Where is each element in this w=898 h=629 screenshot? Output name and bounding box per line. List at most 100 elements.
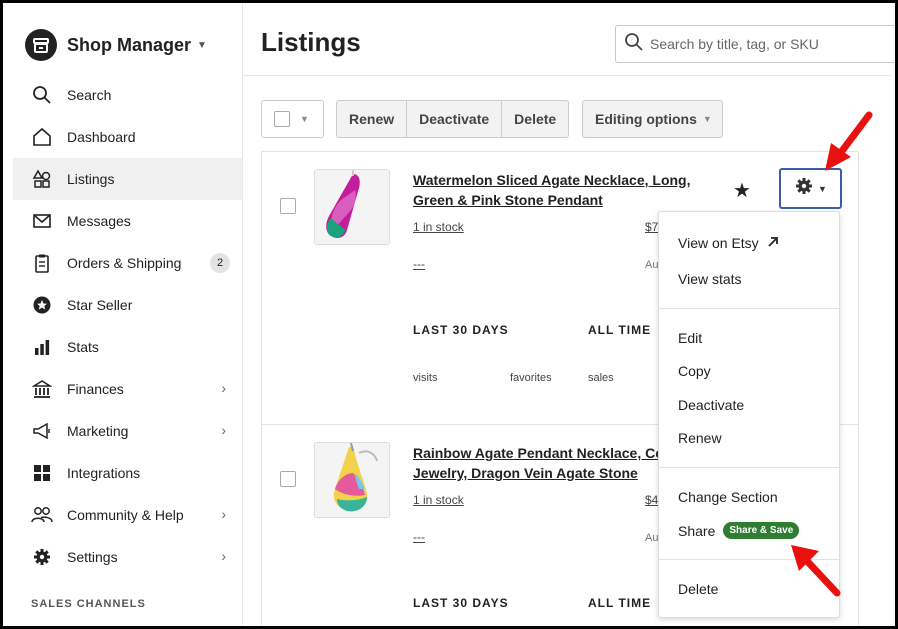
sales-label: sales [588, 372, 614, 384]
sidebar-item-label: Community & Help [67, 507, 184, 523]
bulk-action-group: Renew Deactivate Delete [336, 100, 570, 138]
price-link[interactable]: $4 [645, 493, 658, 507]
deactivate-button[interactable]: Deactivate [407, 101, 503, 137]
listing-title-line: Watermelon Sliced Agate Necklace, Long, [413, 172, 691, 188]
orders-count-badge: 2 [210, 253, 230, 273]
clipboard-icon [31, 252, 53, 274]
price-link[interactable]: $7 [645, 220, 658, 234]
window-frame: Shop Manager ▼ Search Dashboard Listings… [0, 0, 898, 629]
sidebar-item-label: Search [67, 87, 112, 103]
last-30-days-heading: LAST 30 DAYS [413, 596, 509, 610]
menu-item-renew[interactable]: Renew [678, 430, 722, 446]
gear-icon [31, 546, 53, 568]
last-30-days-heading: LAST 30 DAYS [413, 323, 509, 337]
sidebar: Shop Manager ▼ Search Dashboard Listings… [3, 3, 243, 626]
annotation-arrow-icon [791, 545, 841, 597]
chevron-down-icon: ▼ [702, 114, 712, 124]
share-and-save-badge: Share & Save [723, 522, 800, 539]
menu-item-delete[interactable]: Delete [678, 581, 718, 597]
sidebar-item-stats[interactable]: Stats [13, 326, 242, 368]
chevron-down-icon: ▼ [197, 39, 207, 51]
home-icon [31, 126, 53, 148]
menu-item-view-on-etsy[interactable]: View on Etsy [678, 235, 779, 251]
search-box[interactable] [615, 25, 895, 63]
chevron-right-icon: › [221, 422, 226, 438]
menu-divider [659, 467, 839, 468]
page-title: Listings [261, 27, 361, 57]
sidebar-item-label: Settings [67, 549, 118, 565]
shop-manager-menu[interactable]: Shop Manager ▼ [25, 27, 207, 63]
sidebar-item-label: Messages [67, 213, 131, 229]
gear-icon [794, 176, 814, 201]
grid-icon [31, 462, 53, 484]
menu-item-edit[interactable]: Edit [678, 330, 702, 346]
menu-item-change-section[interactable]: Change Section [678, 489, 778, 505]
editing-options-button[interactable]: Editing options ▼ [582, 100, 723, 138]
stock-link[interactable]: 1 in stock [413, 220, 464, 234]
sidebar-item-label: Dashboard [67, 129, 136, 145]
sidebar-item-marketing[interactable]: Marketing › [13, 410, 242, 452]
chevron-right-icon: › [221, 380, 226, 396]
menu-divider [659, 308, 839, 309]
select-all-checkbox[interactable] [274, 111, 290, 127]
chevron-down-icon: ▼ [300, 114, 309, 124]
renew-button[interactable]: Renew [337, 101, 408, 137]
menu-item-label: View on Etsy [678, 235, 759, 251]
chevron-down-icon: ▼ [818, 183, 827, 194]
sidebar-item-community-help[interactable]: Community & Help › [13, 494, 242, 536]
sidebar-item-messages[interactable]: Messages [13, 200, 242, 242]
sidebar-item-integrations[interactable]: Integrations [13, 452, 242, 494]
sidebar-item-settings[interactable]: Settings › [13, 536, 242, 578]
search-icon [31, 84, 53, 106]
sku-link[interactable]: --- [413, 530, 425, 544]
header-divider [243, 75, 891, 76]
sidebar-item-label: Integrations [67, 465, 141, 481]
sidebar-item-search[interactable]: Search [13, 74, 242, 116]
sidebar-item-label: Star Seller [67, 297, 133, 313]
shop-logo-icon [25, 29, 57, 61]
external-link-icon [767, 235, 779, 251]
search-input[interactable] [650, 36, 890, 52]
sidebar-item-listings[interactable]: Listings [13, 158, 242, 200]
select-all-dropdown[interactable]: ▼ [261, 100, 324, 138]
chevron-right-icon: › [221, 548, 226, 564]
annotation-arrow-icon [825, 111, 873, 171]
listing-thumbnail[interactable] [314, 442, 390, 518]
star-badge-icon [31, 294, 53, 316]
envelope-icon [31, 210, 53, 232]
shapes-icon [31, 168, 53, 190]
menu-item-copy[interactable]: Copy [678, 363, 711, 379]
all-time-heading: ALL TIME [588, 596, 652, 610]
sidebar-item-finances[interactable]: Finances › [13, 368, 242, 410]
listing-thumbnail[interactable] [314, 169, 390, 245]
menu-item-deactivate[interactable]: Deactivate [678, 397, 744, 413]
sku-link[interactable]: --- [413, 257, 425, 271]
search-icon [624, 32, 644, 57]
sidebar-item-dashboard[interactable]: Dashboard [13, 116, 242, 158]
listing-title-link[interactable]: Watermelon Sliced Agate Necklace, Long, … [413, 170, 708, 210]
people-icon [31, 504, 53, 526]
listing-checkbox[interactable] [280, 471, 296, 487]
menu-item-share[interactable]: Share Share & Save [678, 522, 800, 539]
stock-link[interactable]: 1 in stock [413, 493, 464, 507]
favorites-label: favorites [510, 372, 552, 384]
sidebar-item-label: Listings [67, 171, 115, 187]
sales-channels-heading: SALES CHANNELS [31, 598, 146, 610]
sidebar-item-star-seller[interactable]: Star Seller [13, 284, 242, 326]
listing-title-line: Green & Pink Stone Pendant [413, 192, 603, 208]
sidebar-nav: Search Dashboard Listings Messages Order… [13, 74, 242, 578]
auto-renew-text: Au [645, 532, 659, 544]
bank-icon [31, 378, 53, 400]
chevron-right-icon: › [221, 506, 226, 522]
shop-manager-title: Shop Manager [67, 34, 192, 55]
sidebar-item-label: Finances [67, 381, 124, 397]
menu-item-view-stats[interactable]: View stats [678, 271, 742, 287]
listing-checkbox[interactable] [280, 198, 296, 214]
delete-button[interactable]: Delete [502, 101, 568, 137]
auto-renew-text: Au [645, 259, 659, 271]
sidebar-item-label: Marketing [67, 423, 129, 439]
star-icon[interactable]: ★ [733, 178, 751, 203]
sidebar-item-orders-shipping[interactable]: Orders & Shipping 2 [13, 242, 242, 284]
bar-chart-icon [31, 336, 53, 358]
visits-label: visits [413, 372, 438, 384]
